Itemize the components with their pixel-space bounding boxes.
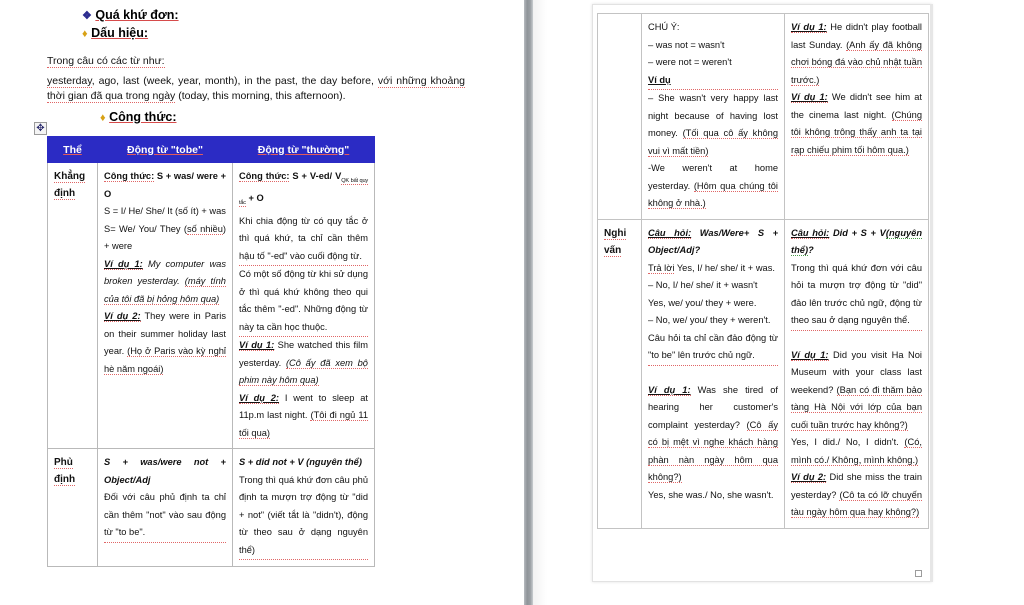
cell-phu-dinh-tobe: S + was/were not + Object/Adj Đối với câ…	[97, 448, 233, 568]
formula-table: Thể Động từ "tobe" Động từ "thường" Khẳn…	[47, 136, 375, 568]
cell-phu-dinh-thuong: S + did not + V (nguyên thể) Trong thì q…	[232, 448, 375, 568]
keyword-yesterday: yesterday	[47, 75, 92, 88]
resize-handle[interactable]	[915, 570, 922, 577]
table-row: Nghi vấn Câu hỏi: Was/Were+ S + Object/A…	[597, 218, 929, 529]
formula-text: S + was/were not + Object/Adj	[104, 457, 226, 485]
intro-line-2-mid: , ago, last (week, year, month), in the …	[91, 75, 378, 87]
heading-cong-thuc-label: Công thức:	[109, 110, 177, 124]
cell-nghi-van-tobe: Câu hỏi: Was/Were+ S + Object/Adj? Trả l…	[641, 218, 785, 529]
column-header-the: Thể	[47, 136, 98, 163]
page-left: ❖ Quá khứ đơn: ♦ Dấu hiệu: Trong câu có …	[0, 0, 524, 605]
column-header-thuong: Động từ "thường"	[232, 136, 375, 163]
answer-label: Trả lời	[648, 262, 675, 274]
table-move-handle-icon[interactable]: ✥	[34, 122, 47, 135]
example-label: Ví dụ	[648, 72, 778, 90]
example-1: Ví dụ 1: My computer was broken yesterda…	[104, 258, 226, 305]
document-viewer: ❖ Quá khứ đơn: ♦ Dấu hiệu: Trong câu có …	[0, 0, 1024, 605]
formula-text: S + did not + V (nguyên thể)	[239, 457, 362, 468]
example-2: Ví dụ 2: Did she miss the train yesterda…	[791, 472, 923, 518]
page-gutter-shadow	[533, 0, 547, 605]
page-right-edge	[930, 4, 933, 582]
intro-line-2: yesterday, ago, last (week, year, month)…	[47, 74, 466, 104]
answer-line: – No, we/ you/ they + weren't.	[648, 315, 771, 325]
heading-qua-khu-don-label: Quá khứ đơn:	[95, 8, 179, 22]
fire-bullet-icon: ♦	[100, 112, 106, 124]
cell-khang-dinh-thuong: Công thức: S + V-ed/ VQK bất quy tắc + O…	[232, 161, 375, 450]
note-bullet: – were not = weren't	[648, 57, 732, 67]
page-right: CHÚ Ý: – was not = wasn't – were not = w…	[592, 4, 932, 582]
table-header-row: Thể Động từ "tobe" Động từ "thường"	[47, 136, 375, 163]
page-gutter-divider	[524, 0, 533, 605]
rule-line: S= We/ You/ They (số nhiều) + were	[104, 223, 226, 251]
example-2: Ví dụ 1: We didn't see him at the cinema…	[791, 92, 922, 156]
row-label-empty	[597, 13, 642, 220]
table-row: Khẳng định Công thức: S + was/ were + O …	[47, 161, 375, 450]
formula-label: Công thức:	[239, 171, 290, 182]
table-row: CHÚ Ý: – was not = wasn't – were not = w…	[597, 13, 929, 220]
row-label-nghi-van: Nghi vấn	[597, 218, 642, 529]
formula-label: Công thức:	[104, 171, 155, 182]
rule-line: Khi chia động từ có quy tắc ở thì quá kh…	[239, 213, 368, 267]
question-label: Câu hỏi:	[648, 227, 692, 239]
example-1: Ví dụ 1: She watched this film yesterday…	[239, 340, 368, 387]
row-label-phu-dinh: Phủ định	[47, 448, 98, 568]
example-1: Ví dụ 1: He didn't play football last Su…	[791, 22, 922, 86]
example-2: -We weren't at home yesterday. (Hôm qua …	[648, 163, 778, 209]
question-label: Câu hỏi:	[791, 227, 830, 239]
example-1: Ví dụ 1: Did you visit Ha Noi Museum wit…	[791, 349, 922, 431]
table-row: Phủ định S + was/were not + Object/Adj Đ…	[47, 448, 375, 568]
example-1: Ví dụ 1: Was she tired of hearing her cu…	[648, 384, 778, 483]
cell-nghi-van-thuong: Câu hỏi: Did + S + V(nguyên thể)? Trong …	[784, 218, 929, 529]
rule-line: S = I/ He/ She/ It (số ít) + was	[104, 206, 226, 216]
rule-line: Câu hỏi ta chỉ cần đảo động từ "to be" l…	[648, 330, 778, 366]
formula-table-continued: CHÚ Ý: – was not = wasn't – were not = w…	[597, 13, 929, 529]
fire-bullet-icon: ♦	[82, 28, 88, 40]
rule-line: Đối với câu phủ định ta chỉ cần thêm "no…	[104, 489, 226, 543]
intro-line-1: Trong câu có các từ như:	[47, 55, 165, 68]
cell-vi-du-phu-dinh: Ví dụ 1: He didn't play football last Su…	[784, 13, 929, 220]
note-title: CHÚ Ý:	[648, 22, 680, 32]
cell-khang-dinh-tobe: Công thức: S + was/ were + O S = I/ He/ …	[97, 161, 233, 450]
column-header-tobe: Động từ "tobe"	[97, 136, 233, 163]
example-2: Ví dụ 2: I went to sleep at 11p.m last n…	[239, 392, 368, 439]
intro-line-2-tail: (today, this morning, this afternoon).	[175, 90, 346, 102]
heading-cong-thuc: ♦ Công thức:	[100, 110, 176, 124]
cell-chu-y: CHÚ Ý: – was not = wasn't – were not = w…	[641, 13, 785, 220]
note-bullet: – was not = wasn't	[648, 39, 725, 50]
rule-line: Trong thì quá khứ đơn với câu hỏi ta mượ…	[791, 260, 922, 331]
row-label-khang-dinh: Khẳng định	[47, 161, 98, 450]
rule-line: Có một số động từ khi sử dụng ở thì quá …	[239, 266, 368, 338]
heading-qua-khu-don: ❖ Quá khứ đơn:	[82, 8, 179, 22]
answer-line: – No, I/ he/ she/ it + wasn't	[648, 280, 758, 290]
answer-line: Yes, we/ you/ they + were.	[648, 297, 757, 308]
example-answer: Yes, she was./ No, she wasn't.	[648, 489, 774, 500]
example-2: Ví dụ 2: They were in Paris on their sum…	[104, 311, 226, 375]
example-answer: Yes, I did./ No, I didn't. (Có, mình có.…	[791, 437, 922, 466]
heading-dau-hieu: ♦ Dấu hiệu:	[82, 26, 148, 40]
example-1: – She wasn't very happy last night becau…	[648, 93, 778, 157]
rule-line: Trong thì quá khứ đơn câu phủ định ta mư…	[239, 472, 368, 561]
heading-dau-hieu-label: Dấu hiệu:	[91, 26, 149, 40]
diamond-bullet-icon: ❖	[82, 10, 92, 22]
